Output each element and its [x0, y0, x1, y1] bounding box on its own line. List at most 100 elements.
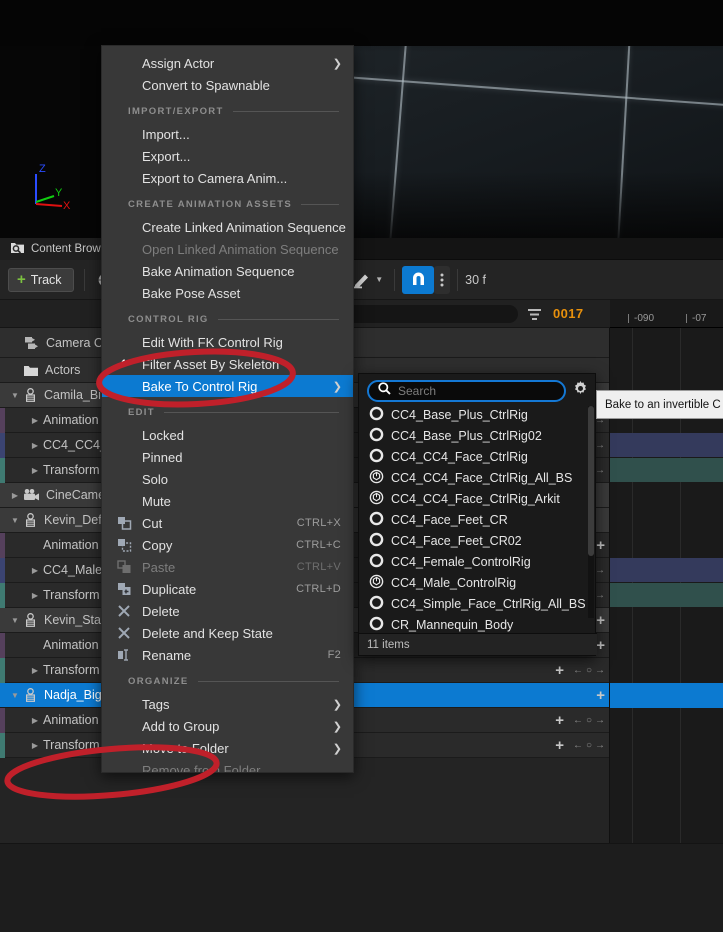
track-color-stub	[0, 658, 5, 683]
submenu-item-cr-mannequin-body[interactable]: CR_Mannequin_Body	[359, 614, 595, 635]
menu-item-solo[interactable]: Solo	[102, 468, 353, 490]
menu-item-add-to-group[interactable]: Add to Group ❯	[102, 715, 353, 737]
submenu-item-cc4-female-controlrig[interactable]: CC4_Female_ControlRig	[359, 551, 595, 572]
expand-arrow-icon[interactable]: ▶	[30, 715, 40, 725]
submenu-asset-list[interactable]: CC4_Base_Plus_CtrlRig CC4_Base_Plus_CtrlR…	[359, 404, 595, 635]
menu-section-label: ORGANIZE	[128, 675, 189, 687]
timeline-section-bar[interactable]	[610, 558, 723, 582]
menu-item-mute[interactable]: Mute	[102, 490, 353, 512]
submenu-item-cc4-cc4-face-ctrlrig[interactable]: CC4_CC4_Face_CtrlRig	[359, 446, 595, 467]
expand-arrow-icon[interactable]: ▶	[10, 490, 20, 500]
menu-item-import[interactable]: Import...	[102, 123, 353, 145]
key-dot-icon[interactable]: ○	[586, 665, 592, 676]
submenu-item-cc4-simple-face-ctrlrig-all-bs[interactable]: CC4_Simple_Face_CtrlRig_All_BS	[359, 593, 595, 614]
prev-key-icon[interactable]: ←	[573, 665, 583, 676]
track-color-stub	[0, 633, 5, 658]
add-key-button[interactable]: +	[555, 663, 564, 678]
timeline-section-bar[interactable]	[610, 433, 723, 457]
menu-item-delete[interactable]: Delete	[102, 600, 353, 622]
submenu-item-cc4-base-plus-ctrlrig[interactable]: CC4_Base_Plus_CtrlRig	[359, 404, 595, 425]
expand-arrow-icon[interactable]: ▶	[30, 465, 40, 475]
submenu-item-cc4-cc4-face-ctrlrig-all-bs[interactable]: CC4_CC4_Face_CtrlRig_All_BS	[359, 467, 595, 488]
menu-item-delete-and-keep-state[interactable]: Delete and Keep State	[102, 622, 353, 644]
submenu-item-cc4-cc4-face-ctrlrig-arkit[interactable]: CC4_CC4_Face_CtrlRig_Arkit	[359, 488, 595, 509]
context-menu[interactable]: Assign Actor ❯ Convert to Spawnable IMPORT/…	[101, 45, 354, 773]
next-key-icon[interactable]: →	[595, 590, 605, 601]
filter-icon[interactable]	[527, 307, 542, 326]
menu-item-bake-animation-sequence[interactable]: Bake Animation Sequence	[102, 260, 353, 282]
collapse-arrow-icon[interactable]: ▼	[10, 615, 20, 625]
menu-section-divider	[300, 203, 339, 205]
menu-item-bake-to-control-rig[interactable]: Bake To Control Rig ❯	[102, 375, 353, 397]
menu-item-bake-pose-asset[interactable]: Bake Pose Asset	[102, 282, 353, 304]
menu-item-create-linked-animation-sequence[interactable]: Create Linked Animation Sequence	[102, 216, 353, 238]
key-navigation[interactable]: ←○→	[573, 740, 605, 751]
submenu-search-input[interactable]: Search	[367, 380, 566, 402]
submenu-item-cc4-male-controlrig[interactable]: CC4_Male_ControlRig	[359, 572, 595, 593]
snap-options[interactable]	[434, 265, 451, 294]
add-key-button[interactable]: +	[555, 713, 564, 728]
menu-item-pinned[interactable]: Pinned	[102, 446, 353, 468]
timeline-section-bar[interactable]	[610, 458, 723, 482]
submenu-item-cc4-face-feet-cr[interactable]: CC4_Face_Feet_CR	[359, 509, 595, 530]
menu-item-locked[interactable]: Locked	[102, 424, 353, 446]
snap-toggle[interactable]	[402, 265, 435, 294]
collapse-arrow-icon[interactable]: ▼	[10, 515, 20, 525]
tab-content-browser[interactable]: Content Brow	[0, 238, 111, 260]
add-track-button[interactable]: + Track	[8, 267, 74, 292]
timeline-selected-row[interactable]	[610, 683, 723, 708]
frame-rate-label[interactable]: 30 f	[465, 273, 486, 287]
submenu-arrow-icon: ❯	[332, 742, 342, 755]
expand-arrow-icon[interactable]: ▶	[30, 740, 40, 750]
menu-item-tags[interactable]: Tags ❯	[102, 693, 353, 715]
menu-item-duplicate[interactable]: Duplicate CTRL+D	[102, 578, 353, 600]
next-key-icon[interactable]: →	[595, 740, 605, 751]
submenu-scrollbar[interactable]	[588, 406, 594, 618]
key-navigation[interactable]: ←○→	[573, 665, 605, 676]
submenu-item-cc4-base-plus-ctrlrig02[interactable]: CC4_Base_Plus_CtrlRig02	[359, 425, 595, 446]
expand-arrow-icon[interactable]: ▶	[30, 440, 40, 450]
prev-key-icon[interactable]: ←	[573, 715, 583, 726]
next-key-icon[interactable]: →	[595, 440, 605, 451]
timeline-ruler[interactable]: -090 -07	[610, 300, 723, 328]
menu-item-rename[interactable]: Rename F2	[102, 644, 353, 666]
key-dot-icon[interactable]: ○	[586, 740, 592, 751]
timeline-section-bar[interactable]	[610, 583, 723, 607]
add-key-button[interactable]: +	[596, 688, 605, 703]
gear-icon[interactable]	[572, 380, 589, 402]
collapse-arrow-icon[interactable]: ▼	[10, 690, 20, 700]
next-key-icon[interactable]: →	[595, 715, 605, 726]
menu-item-edit-with-fk-control-rig[interactable]: Edit With FK Control Rig	[102, 331, 353, 353]
next-key-icon[interactable]: →	[595, 665, 605, 676]
next-key-icon[interactable]: →	[595, 465, 605, 476]
menu-item-convert-to-spawnable[interactable]: Convert to Spawnable	[102, 74, 353, 96]
add-key-button[interactable]: +	[596, 538, 605, 553]
add-key-button[interactable]: +	[596, 638, 605, 653]
key-navigation[interactable]: ←○→	[573, 715, 605, 726]
menu-item-cut[interactable]: Cut CTRL+X	[102, 512, 353, 534]
track-color-stub	[0, 708, 5, 733]
menu-item-move-to-folder[interactable]: Move to Folder ❯	[102, 737, 353, 759]
prev-key-icon[interactable]: ←	[573, 740, 583, 751]
collapse-arrow-icon[interactable]: ▼	[10, 390, 20, 400]
current-frame-value[interactable]: 0017	[553, 306, 584, 321]
menu-item-filter-asset-by-skeleton[interactable]: ✓ Filter Asset By Skeleton	[102, 353, 353, 375]
menu-item-export[interactable]: Export...	[102, 145, 353, 167]
expand-arrow-icon[interactable]: ▶	[30, 665, 40, 675]
menu-item-assign-actor[interactable]: Assign Actor ❯	[102, 52, 353, 74]
menu-item-label: Pinned	[142, 449, 183, 465]
add-key-button[interactable]: +	[555, 738, 564, 753]
menu-item-export-to-camera-anim[interactable]: Export to Camera Anim...	[102, 167, 353, 189]
bake-to-control-rig-submenu[interactable]: Search CC4_Base_Plus_CtrlRig CC4_Base_Plu…	[358, 373, 597, 656]
expand-arrow-icon[interactable]: ▶	[30, 415, 40, 425]
menu-item-copy[interactable]: Copy CTRL+C	[102, 534, 353, 556]
curve-editor-dropdown[interactable]: ▼	[348, 267, 387, 293]
toolbar-divider-4	[394, 268, 396, 291]
expand-arrow-icon[interactable]: ▶	[30, 565, 40, 575]
add-key-button[interactable]: +	[596, 613, 605, 628]
next-key-icon[interactable]: →	[595, 565, 605, 576]
submenu-item-cc4-face-feet-cr02[interactable]: CC4_Face_Feet_CR02	[359, 530, 595, 551]
expand-arrow-icon[interactable]: ▶	[30, 590, 40, 600]
key-dot-icon[interactable]: ○	[586, 715, 592, 726]
menu-item-label: Edit With FK Control Rig	[142, 334, 283, 350]
